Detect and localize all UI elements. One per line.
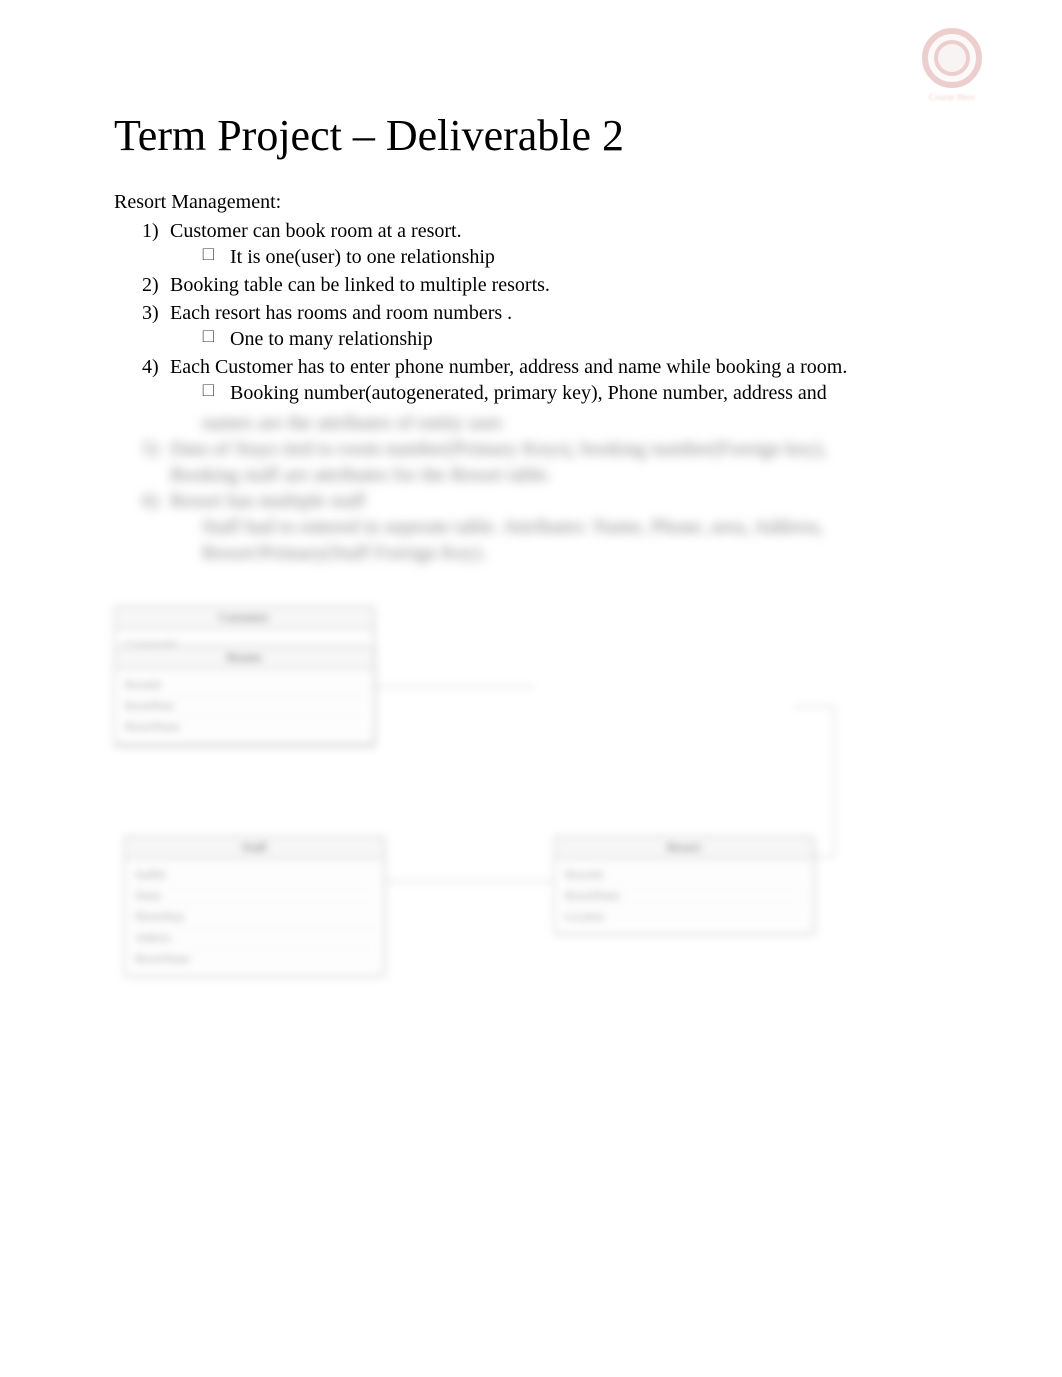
entity-attr: RoomNum [125, 696, 363, 717]
list-item-3: 3)Each resort has rooms and room numbers… [142, 300, 1012, 352]
bullet-icon: 🞎 [202, 328, 215, 349]
list-item-4: 4)Each Customer has to enter phone numbe… [142, 354, 1012, 406]
entity-attr: ResortName [565, 886, 803, 907]
bullet-icon: 🞎 [202, 382, 215, 403]
requirements-list: 1)Customer can book room at a resort. 🞎 I… [142, 218, 1012, 406]
blurred-preview-text: names are the attributes of entity user.… [142, 410, 1012, 566]
entity-attr: ResortName [135, 949, 373, 969]
blurred-line: Resort/Primary(Staff Foreign Key). [202, 540, 1012, 566]
entity-staff: Staff StaffId Name PhoneNum Address Reso… [124, 836, 384, 976]
entity-header: Rooms [115, 647, 373, 669]
list-number: 3) [142, 300, 170, 326]
sub-list: 🞎 One to many relationship [202, 326, 1012, 352]
section-subtitle: Resort Management: [114, 191, 1012, 214]
connector-line [374, 686, 534, 687]
er-diagram: Customer CustomerId CustomerName Address… [114, 606, 894, 1066]
list-item-2: 2)Booking table can be linked to multipl… [142, 272, 1012, 298]
institution-logo: Course Hero [892, 20, 1012, 110]
list-text: Booking table can be linked to multiple … [170, 274, 550, 296]
entity-attr: StaffId [135, 865, 373, 886]
entity-header: Staff [125, 837, 383, 859]
sub-list-item: 🞎 Booking number(autogenerated, primary k… [202, 380, 1012, 406]
list-text: Each resort has rooms and room numbers . [170, 302, 512, 324]
connector-line [814, 856, 834, 857]
entity-attr: RoomId [125, 675, 363, 696]
logo-caption: Course Hero [929, 92, 975, 102]
sub-list: 🞎 It is one(user) to one relationship [202, 244, 1012, 270]
entity-resort: Resort ResortId ResortName Location [554, 836, 814, 934]
entity-attr: Name [135, 886, 373, 907]
blurred-line: 6)Resort has multiple staff [142, 488, 1012, 514]
sub-list-item: 🞎 It is one(user) to one relationship [202, 244, 1012, 270]
sub-text: Booking number(autogenerated, primary ke… [230, 382, 827, 404]
sub-list-item: 🞎 One to many relationship [202, 326, 1012, 352]
list-item-1: 1)Customer can book room at a resort. 🞎 I… [142, 218, 1012, 270]
entity-header: Resort [555, 837, 813, 859]
blurred-line: names are the attributes of entity user. [202, 410, 1012, 436]
blurred-line: Booking staff are attributes for the Res… [170, 462, 1012, 488]
connector-line [384, 881, 554, 882]
entity-attr: PhoneNum [135, 907, 373, 928]
list-number: 2) [142, 272, 170, 298]
list-text: Customer can book room at a resort. [170, 220, 462, 242]
blurred-line: 5)Data of Stays tied to room number(Prim… [142, 436, 1012, 462]
entity-header: Customer [115, 607, 373, 629]
entity-attr: ResortName [125, 717, 363, 737]
sub-text: One to many relationship [230, 328, 433, 350]
entity-attr: Address [135, 928, 373, 949]
list-number: 4) [142, 354, 170, 380]
sub-text: It is one(user) to one relationship [230, 246, 495, 268]
connector-line [834, 706, 835, 856]
logo-circle-icon [922, 28, 982, 88]
list-text: Each Customer has to enter phone number,… [170, 356, 847, 378]
entity-rooms: Rooms RoomId RoomNum ResortName [114, 646, 374, 744]
sub-list: 🞎 Booking number(autogenerated, primary k… [202, 380, 1012, 406]
bullet-icon: 🞎 [202, 246, 215, 267]
connector-line [794, 706, 834, 707]
entity-attr: ResortId [565, 865, 803, 886]
list-number: 1) [142, 218, 170, 244]
blurred-line: Staff had to entered in seperate table. … [202, 514, 1012, 540]
page-title: Term Project – Deliverable 2 [114, 110, 1012, 161]
entity-attr: Location [565, 907, 803, 927]
